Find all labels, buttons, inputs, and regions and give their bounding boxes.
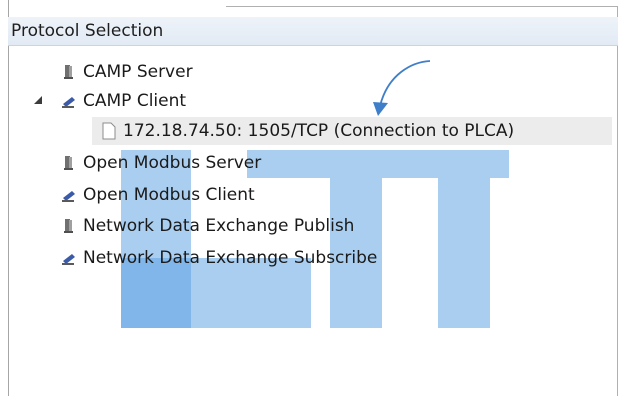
collapse-triangle-icon[interactable] [32, 94, 44, 106]
tree-item-connection[interactable]: 172.18.74.50: 1505/TCP (Connection to PL… [100, 117, 514, 145]
tree-item-label: CAMP Server [83, 62, 193, 82]
tree-item-nde-subscribe[interactable]: Network Data Exchange Subscribe [60, 244, 377, 272]
tree-item-camp-server[interactable]: CAMP Server [60, 58, 193, 86]
tree-item-open-modbus-server[interactable]: Open Modbus Server [60, 149, 261, 177]
server-icon [64, 65, 73, 79]
tree-item-label: Open Modbus Client [83, 185, 255, 205]
tree-item-open-modbus-client[interactable]: Open Modbus Client [60, 181, 255, 209]
tree-item-label: CAMP Client [83, 91, 187, 111]
document-icon [102, 122, 116, 140]
tree-item-label: Network Data Exchange Publish [83, 216, 355, 236]
server-icon [64, 219, 73, 233]
protocol-tree: CAMP Server CAMP Client 172.18.74.50: 15… [0, 0, 626, 396]
client-icon [62, 97, 75, 108]
tree-item-label: Open Modbus Server [83, 153, 262, 173]
tree-item-nde-publish[interactable]: Network Data Exchange Publish [60, 212, 354, 240]
tree-item-camp-client[interactable]: CAMP Client [60, 87, 186, 115]
client-icon [62, 254, 75, 265]
client-icon [62, 191, 75, 202]
server-icon [64, 156, 73, 170]
tree-item-label: Network Data Exchange Subscribe [83, 248, 378, 268]
annotation-arrow-icon [373, 60, 431, 116]
tree-item-label: 172.18.74.50: 1505/TCP (Connection to PL… [123, 121, 515, 141]
